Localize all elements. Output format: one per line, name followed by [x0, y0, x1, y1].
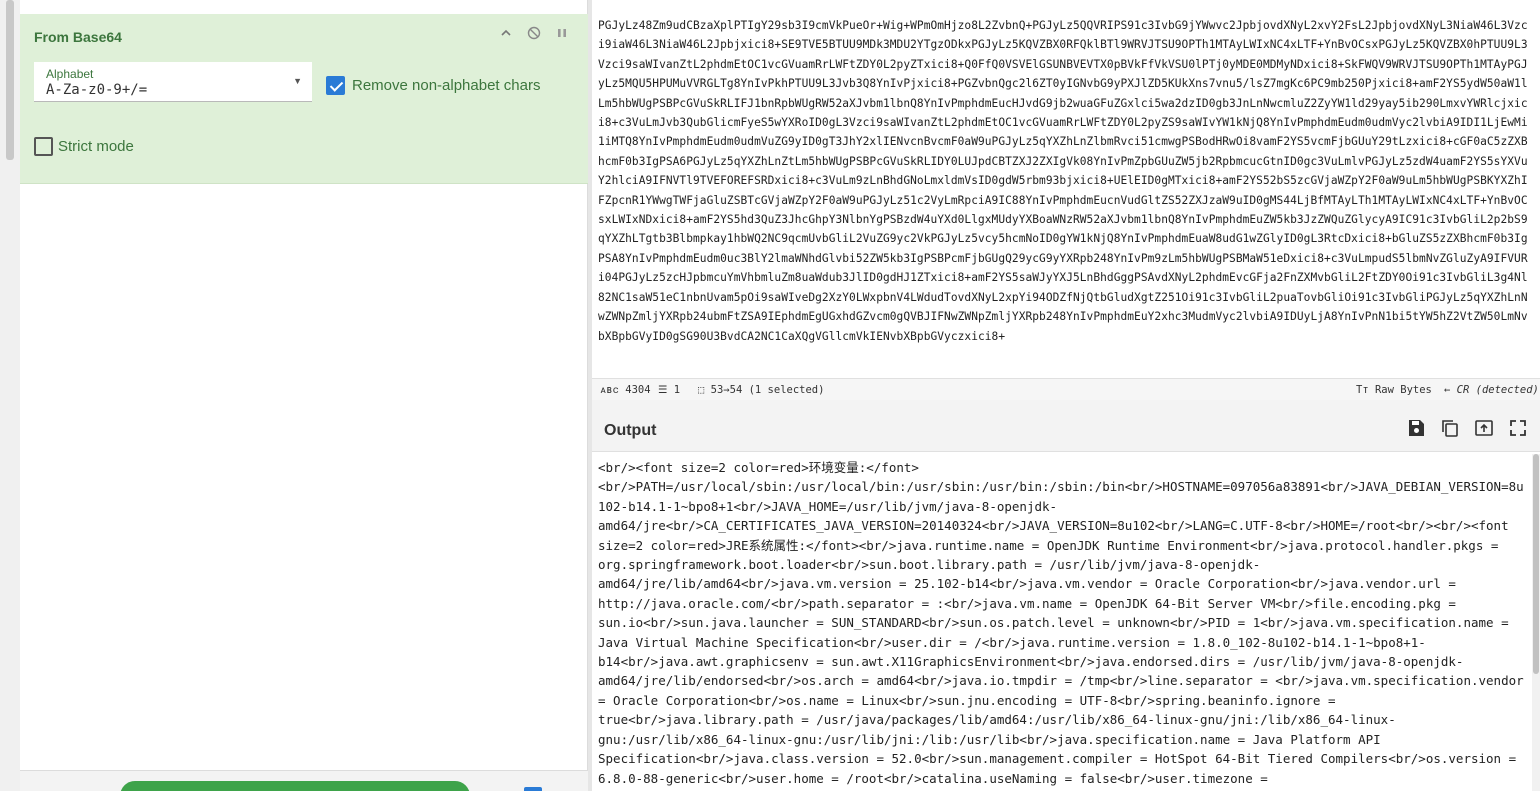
bake-area [20, 770, 588, 791]
pause-icon[interactable] [554, 26, 570, 42]
output-scrollbar[interactable] [1532, 454, 1540, 791]
output-pane: Output <br/><font size=2 color=red>环境变量:… [592, 404, 1540, 791]
caret-down-icon: ▼ [293, 76, 302, 86]
output-toolbar [1406, 418, 1528, 438]
recipe-scroll-track[interactable] [0, 0, 20, 791]
maximize-icon[interactable] [1508, 418, 1528, 438]
alphabet-label: Alphabet [46, 67, 94, 81]
input-status-bar: ᴀʙᴄ 4304 ☰ 1 ⬚ 53→54 (1 selected) Tт Raw… [592, 378, 1540, 400]
auto-bake-checkbox[interactable] [524, 787, 542, 791]
cyberchef-app: From Base64 Alphabet A-Za-z0-9+/= ▼ Remo… [0, 0, 1540, 791]
replace-input-icon[interactable] [1474, 418, 1494, 438]
output-title: Output [604, 422, 657, 439]
strict-mode-label[interactable]: Strict mode [58, 138, 134, 155]
raw-bytes-toggle[interactable]: Tт Raw Bytes [1356, 384, 1432, 396]
remove-non-alphabet-checkbox[interactable] [326, 76, 345, 95]
alphabet-value: A-Za-z0-9+/= [46, 82, 148, 98]
input-lines: ☰ 1 [658, 384, 681, 396]
input-length: ᴀʙᴄ 4304 [600, 384, 651, 396]
input-selection: ⬚ 53→54 (1 selected) [698, 384, 825, 396]
save-icon[interactable] [1406, 418, 1426, 438]
strict-mode-checkbox[interactable] [34, 137, 53, 156]
input-pane: PGJyLz48Zm9udCBzaXplPTIgY29sb3I9cmVkPueO… [592, 0, 1540, 400]
output-textarea[interactable]: <br/><font size=2 color=red>环境变量:</font>… [598, 458, 1528, 791]
copy-icon[interactable] [1440, 418, 1460, 438]
operation-title: From Base64 [34, 29, 122, 45]
recipe-panel: From Base64 Alphabet A-Za-z0-9+/= ▼ Remo… [20, 0, 588, 791]
operation-controls [498, 26, 570, 42]
line-ending-indicator[interactable]: ← CR (detected) [1444, 384, 1539, 396]
operation-from-base64: From Base64 Alphabet A-Za-z0-9+/= ▼ Remo… [20, 14, 588, 184]
recipe-scroll-thumb[interactable] [6, 0, 14, 160]
output-scroll-thumb[interactable] [1533, 454, 1539, 674]
bake-button[interactable] [120, 781, 470, 791]
input-textarea[interactable]: PGJyLz48Zm9udCBzaXplPTIgY29sb3I9cmVkPueO… [598, 16, 1530, 376]
chevron-up-icon[interactable] [498, 26, 514, 42]
remove-non-alphabet-label[interactable]: Remove non-alphabet chars [352, 77, 540, 94]
alphabet-select[interactable]: Alphabet A-Za-z0-9+/= ▼ [34, 62, 312, 102]
output-header: Output [592, 404, 1540, 452]
disable-icon[interactable] [526, 26, 542, 42]
